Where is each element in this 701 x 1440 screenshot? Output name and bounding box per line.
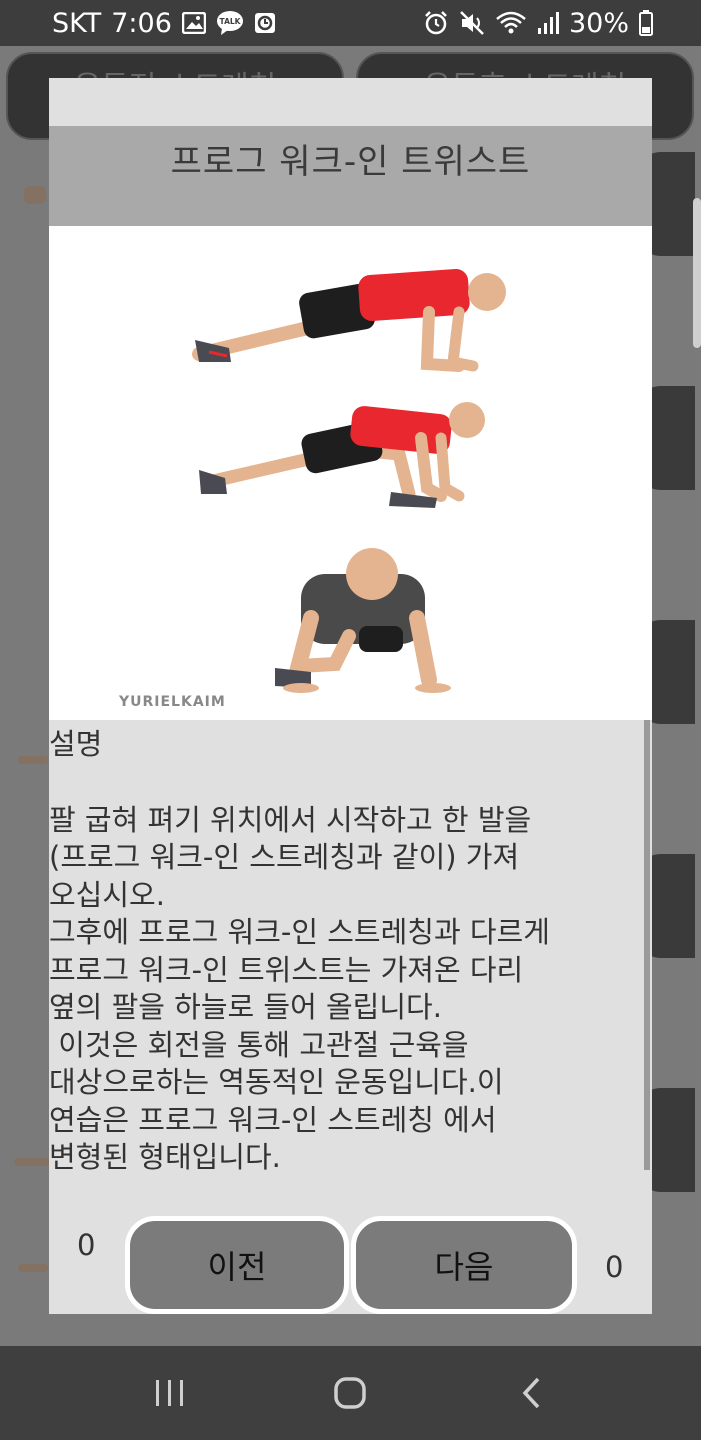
battery-icon	[639, 10, 653, 36]
exercise-illustration: YURIELKAIM	[49, 226, 652, 720]
description-label: 설명	[49, 727, 103, 761]
back-icon	[522, 1377, 540, 1409]
navigation-bar	[0, 1346, 701, 1440]
background-scrollbar[interactable]	[693, 198, 701, 348]
clock-app-icon	[254, 12, 276, 34]
image-watermark: YURIELKAIM	[119, 694, 226, 710]
next-button-label: 다음	[434, 1248, 494, 1286]
battery-percent: 30%	[568, 7, 629, 39]
previous-button-label: 이전	[207, 1248, 267, 1286]
plank-figure	[192, 269, 506, 372]
previous-button[interactable]: 이전	[125, 1216, 349, 1314]
list-thumbnail	[24, 186, 46, 204]
description-text: 팔 굽혀 펴기 위치에서 시작하고 한 발을 (프로그 워크-인 스트레칭과 같…	[49, 802, 550, 1175]
status-left: SKT 7:06 TALK	[52, 8, 276, 39]
walk-in-figure	[199, 402, 485, 508]
exercise-dialog: 프로그 워크-인 트위스트 YURIELKAIM 설명 팔 굽혀 펴기 위치에서…	[49, 78, 652, 1314]
list-thumbnail	[14, 1158, 50, 1166]
wifi-icon	[495, 10, 527, 36]
gallery-icon	[181, 12, 206, 34]
home-icon	[334, 1377, 367, 1409]
dialog-title-bar: 프로그 워크-인 트위스트	[49, 126, 652, 226]
dialog-top-spacer	[49, 78, 652, 126]
signal-icon	[537, 11, 559, 35]
dialog-title: 프로그 워크-인 트위스트	[170, 142, 531, 182]
status-right: 30%	[423, 8, 653, 39]
status-time: 7:06	[111, 7, 172, 39]
home-button[interactable]	[320, 1363, 380, 1423]
counter-left: 0	[77, 1228, 96, 1262]
counter-right: 0	[605, 1250, 624, 1284]
description-scrollbar[interactable]	[644, 720, 650, 1170]
dialog-footer: 0 이전 다음 0	[49, 1214, 652, 1314]
status-bar: SKT 7:06 TALK 30%	[0, 0, 701, 46]
list-thumbnail	[18, 756, 48, 764]
back-button[interactable]	[501, 1363, 561, 1423]
next-button[interactable]: 다음	[351, 1216, 577, 1314]
recent-apps-icon	[156, 1380, 184, 1406]
description-section[interactable]: 설명 팔 굽혀 펴기 위치에서 시작하고 한 발을 (프로그 워크-인 스트레칭…	[49, 720, 652, 1212]
carrier-label: SKT	[52, 7, 102, 39]
exercise-figure	[192, 269, 506, 693]
talk-icon: TALK	[216, 10, 244, 36]
mute-icon	[459, 10, 485, 36]
talk-icon-text: TALK	[219, 17, 241, 26]
list-thumbnail	[18, 1264, 48, 1272]
alarm-icon	[423, 10, 449, 36]
front-view-figure	[275, 548, 451, 693]
recent-apps-button[interactable]	[140, 1363, 200, 1423]
